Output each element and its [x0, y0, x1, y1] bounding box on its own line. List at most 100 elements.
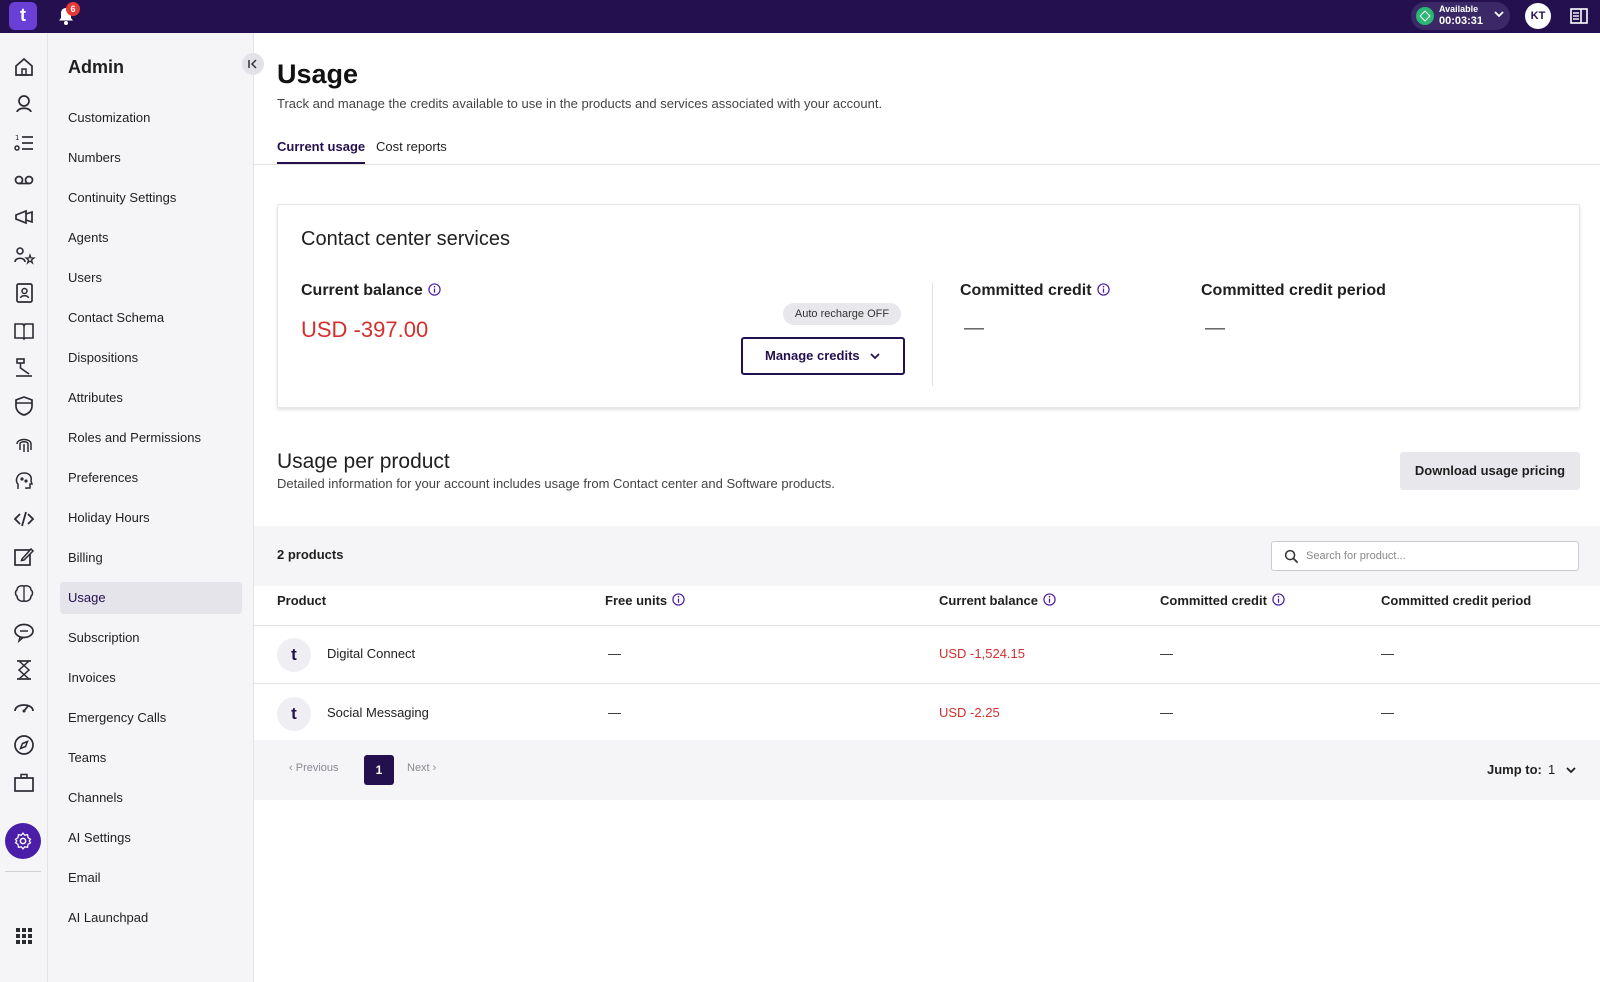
column-header-product: Product [277, 593, 327, 608]
sidebar-item-numbers[interactable]: Numbers [60, 142, 242, 174]
sidebar-item-roles-and-permissions[interactable]: Roles and Permissions [60, 422, 242, 454]
panel-layout-icon[interactable] [1570, 7, 1588, 25]
product-count: 2 products [277, 547, 344, 562]
chevron-down-icon[interactable] [1565, 764, 1577, 776]
page-title: Usage [277, 59, 359, 89]
svg-text:1: 1 [15, 134, 19, 142]
sidebar-item-email[interactable]: Email [60, 862, 242, 894]
tab-cost-reports[interactable]: Cost reports [376, 139, 447, 165]
committed-credit-value: — [964, 317, 984, 339]
committed-credit-label: Committed credit [960, 282, 1110, 300]
sidebar-item-billing[interactable]: Billing [60, 542, 242, 574]
sidebar-item-holiday-hours[interactable]: Holiday Hours [60, 502, 242, 534]
ai-face-icon[interactable] [12, 469, 36, 493]
code-icon[interactable] [12, 507, 36, 531]
app-logo[interactable]: t [9, 2, 37, 30]
sidebar-item-emergency-calls[interactable]: Emergency Calls [60, 702, 242, 734]
manage-credits-button[interactable]: Manage credits [741, 337, 905, 375]
sidebar-item-usage[interactable]: Usage [60, 582, 242, 614]
voicemail-icon[interactable] [12, 168, 36, 192]
agent-icon[interactable] [12, 92, 36, 116]
sidebar-item-teams[interactable]: Teams [60, 742, 242, 774]
search-input[interactable] [1306, 544, 1571, 568]
product-logo: t [277, 638, 311, 672]
sidebar-item-contact-schema[interactable]: Contact Schema [60, 302, 242, 334]
info-icon[interactable] [1043, 593, 1056, 606]
speedometer-icon[interactable] [12, 695, 36, 719]
download-usage-pricing-button[interactable]: Download usage pricing [1400, 452, 1580, 490]
briefcase-icon[interactable] [12, 771, 36, 795]
brain-icon[interactable] [12, 582, 36, 606]
people-star-icon[interactable] [12, 243, 36, 267]
info-icon[interactable] [672, 593, 685, 606]
notification-badge: 6 [66, 2, 80, 16]
card-title: Contact center services [301, 228, 510, 250]
sidebar-item-subscription[interactable]: Subscription [60, 622, 242, 654]
sidebar-title: Admin [68, 57, 124, 77]
previous-page-button[interactable]: ‹ Previous [289, 762, 339, 774]
sidebar-item-channels[interactable]: Channels [60, 782, 242, 814]
pagination-bar: ‹ Previous 1 Next › Jump to: 1 [254, 740, 1600, 800]
sidebar-item-attributes[interactable]: Attributes [60, 382, 242, 414]
tabs-divider [254, 164, 1600, 165]
sidebar-item-users[interactable]: Users [60, 262, 242, 294]
info-icon[interactable] [1096, 283, 1110, 296]
free-units-value: — [608, 646, 621, 661]
sidebar-item-ai-settings[interactable]: AI Settings [60, 822, 242, 854]
settings-active-indicator[interactable] [5, 823, 41, 859]
auto-recharge-badge: Auto recharge OFF [783, 303, 901, 325]
period-value: — [1381, 646, 1394, 661]
current-balance-value: USD -397.00 [301, 317, 429, 342]
page-1-button[interactable]: 1 [364, 755, 394, 785]
chevron-down-icon [1494, 11, 1504, 18]
current-balance-label: Current balance [301, 282, 441, 300]
list-icon[interactable]: 1 [12, 130, 36, 154]
contact-book-icon[interactable] [12, 281, 36, 305]
info-icon[interactable] [1272, 593, 1285, 606]
chat-icon[interactable] [12, 620, 36, 644]
section-subtitle: Detailed information for your account in… [277, 476, 835, 491]
book-icon[interactable] [12, 319, 36, 343]
available-status-icon [1416, 7, 1434, 25]
jump-to-label: Jump to: [1487, 762, 1542, 777]
product-logo: t [277, 697, 311, 731]
column-header-committed-period: Committed credit period [1381, 593, 1532, 608]
sidebar-item-dispositions[interactable]: Dispositions [60, 342, 242, 374]
sidebar-item-ai-launchpad[interactable]: AI Launchpad [60, 902, 242, 934]
admin-sidebar: Admin Customization Numbers Continuity S… [48, 33, 264, 982]
balance-value: USD -1,524.15 [939, 646, 1025, 661]
user-avatar[interactable]: KT [1525, 3, 1551, 29]
sidebar-item-customization[interactable]: Customization [60, 102, 242, 134]
table-row[interactable]: t Social Messaging — USD -2.25 — — [254, 685, 1600, 743]
top-bar: t 6 Available 00:03:31 KT [0, 0, 1600, 33]
next-page-button[interactable]: Next › [407, 762, 436, 774]
megaphone-icon[interactable] [12, 205, 36, 229]
main-content: Usage Track and manage the credits avail… [254, 33, 1600, 982]
table-row[interactable]: t Digital Connect — USD -1,524.15 — — [254, 626, 1600, 684]
shield-icon[interactable] [12, 394, 36, 418]
compass-icon[interactable] [12, 733, 36, 757]
search-field[interactable] [1271, 541, 1579, 571]
hourglass-icon[interactable] [12, 658, 36, 682]
committed-value: — [1160, 705, 1173, 720]
home-icon[interactable] [12, 55, 36, 79]
product-name: Digital Connect [327, 646, 416, 661]
jump-to-select[interactable]: 1 [1548, 762, 1555, 777]
free-units-value: — [608, 705, 621, 720]
edit-icon[interactable] [12, 545, 36, 569]
flow-icon[interactable] [12, 356, 36, 380]
committed-value: — [1160, 646, 1173, 661]
fingerprint-icon[interactable] [12, 432, 36, 456]
sidebar-item-preferences[interactable]: Preferences [60, 462, 242, 494]
page-subtitle: Track and manage the credits available t… [277, 96, 883, 111]
sidebar-item-continuity-settings[interactable]: Continuity Settings [60, 182, 242, 214]
section-title: Usage per product [277, 450, 450, 473]
agent-status-selector[interactable]: Available 00:03:31 [1411, 2, 1510, 30]
sidebar-item-agents[interactable]: Agents [60, 222, 242, 254]
apps-grid-icon[interactable] [12, 924, 36, 948]
sidebar-item-invoices[interactable]: Invoices [60, 662, 242, 694]
info-icon[interactable] [428, 283, 441, 296]
tab-current-usage[interactable]: Current usage [277, 139, 366, 165]
rail-divider [5, 871, 41, 872]
settings-icon [14, 832, 32, 850]
